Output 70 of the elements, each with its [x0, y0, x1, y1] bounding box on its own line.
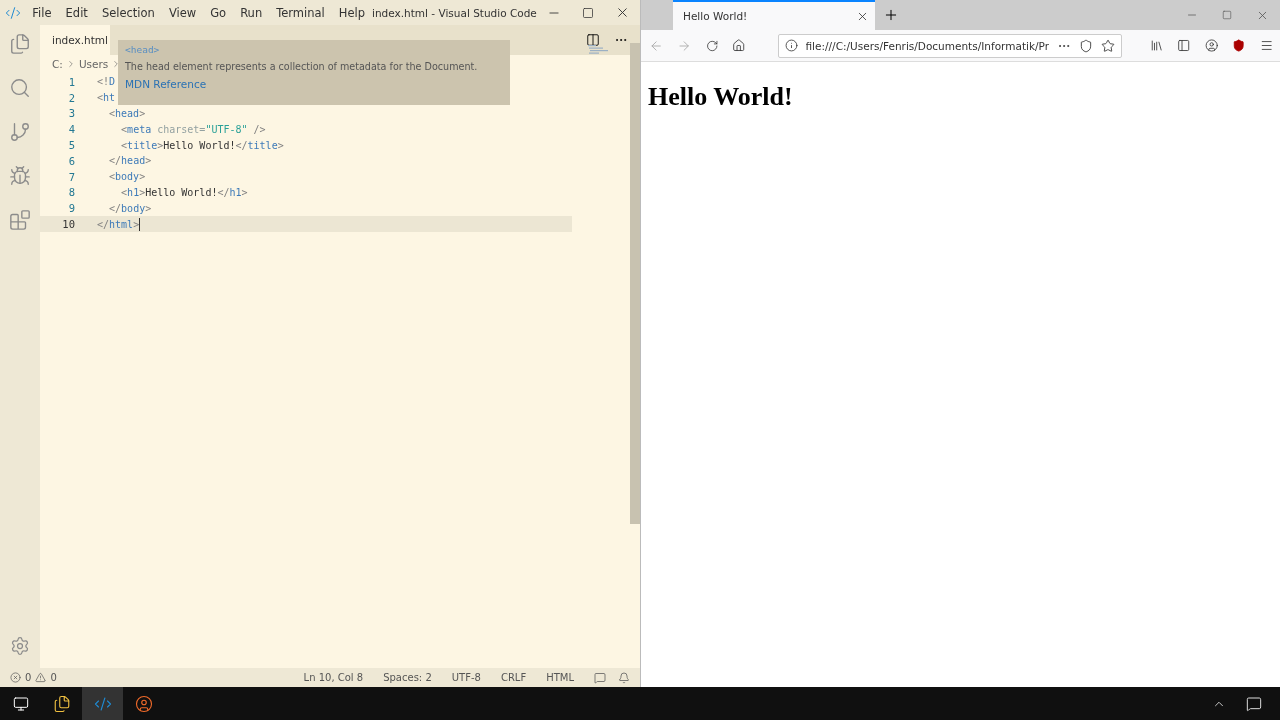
new-tab-icon[interactable]	[883, 7, 899, 23]
menu-item[interactable]: Help	[331, 5, 372, 20]
split-editor-icon[interactable]	[586, 33, 600, 47]
tooltip-description: The head element represents a collection of metadata for the Document.	[125, 61, 479, 72]
breadcrumb-item[interactable]: C:	[52, 58, 63, 70]
info-icon[interactable]	[784, 39, 798, 52]
status-item[interactable]: Spaces: 2	[375, 672, 440, 683]
status-item[interactable]: CRLF	[492, 672, 535, 683]
window-title: index.html - Visual Studio Code	[372, 6, 537, 19]
files-icon[interactable]	[9, 33, 31, 55]
maximize-icon[interactable]	[1222, 10, 1232, 20]
feedback-icon[interactable]	[594, 671, 606, 684]
reload-icon[interactable]	[705, 38, 719, 53]
code-line: </body>	[108, 202, 152, 214]
line-number: 1	[67, 75, 75, 88]
bell-icon[interactable]	[618, 671, 630, 684]
line-number: 6	[67, 154, 75, 167]
line-number: 5	[67, 139, 75, 152]
code-line: </html>	[97, 217, 141, 231]
menu-item[interactable]: View	[161, 5, 204, 20]
browser-tab[interactable]: Hello World!	[673, 0, 875, 30]
status-item[interactable]: HTML	[538, 672, 582, 683]
menu-item[interactable]: File	[25, 5, 59, 20]
settings-icon[interactable]	[10, 636, 30, 656]
menu-item[interactable]: Go	[203, 5, 234, 20]
code-line: <head>	[108, 108, 146, 119]
line-number: 8	[67, 186, 75, 199]
status-item[interactable]: Ln 10, Col 8	[295, 672, 372, 683]
code-line: <body>	[108, 171, 146, 183]
code-line: <ht	[97, 92, 116, 104]
error-count: 0	[25, 672, 32, 683]
star-icon[interactable]	[1101, 38, 1115, 53]
menu-item[interactable]: Edit	[58, 5, 95, 20]
line-number: 7	[67, 170, 75, 183]
code-line: <title>Hello World!</title>	[120, 139, 284, 151]
editor-tab[interactable]: index.html	[40, 25, 110, 55]
warning-icon[interactable]	[35, 672, 47, 683]
minimap-drawing	[588, 45, 610, 55]
tooltip-tag: <head>	[125, 44, 503, 55]
menu-item[interactable]: Selection	[94, 5, 162, 20]
error-icon[interactable]	[10, 672, 21, 683]
code-line: <meta charset="UTF-8" />	[120, 123, 266, 135]
library-icon[interactable]	[1150, 38, 1164, 53]
menu-item[interactable]: Terminal	[269, 5, 332, 20]
code-line: </head>	[108, 155, 152, 167]
account-icon[interactable]	[1204, 38, 1219, 53]
status-item[interactable]: UTF-8	[443, 672, 489, 683]
code-line: <!D	[97, 76, 116, 88]
line-number: 10	[61, 218, 75, 231]
scrollbar[interactable]	[630, 43, 640, 524]
home-icon[interactable]	[732, 38, 746, 53]
branch-icon[interactable]	[9, 121, 31, 143]
bug-icon[interactable]	[9, 165, 31, 187]
notification-icon[interactable]	[1246, 695, 1262, 712]
page-heading: Hello World!	[648, 82, 794, 112]
warning-count: 0	[50, 672, 57, 683]
line-number: 2	[67, 91, 75, 104]
line-number: 9	[67, 202, 75, 215]
address-bar[interactable]: file:///C:/Users/Fenris/Documents/Informatik/Pr	[777, 33, 1122, 58]
menu-item[interactable]: Run	[233, 5, 270, 20]
breadcrumb-item[interactable]: Users	[78, 58, 109, 70]
maximize-icon[interactable]	[582, 6, 595, 19]
sidebar-icon[interactable]	[1177, 38, 1191, 53]
line-number: 3	[67, 107, 75, 120]
code-line: <h1>Hello World!</h1>	[120, 186, 248, 198]
menu-icon[interactable]	[1259, 38, 1274, 53]
blocks-icon[interactable]	[9, 209, 31, 231]
shield-icon[interactable]	[1232, 38, 1246, 53]
line-number: 4	[67, 123, 75, 136]
search-icon[interactable]	[9, 77, 31, 99]
